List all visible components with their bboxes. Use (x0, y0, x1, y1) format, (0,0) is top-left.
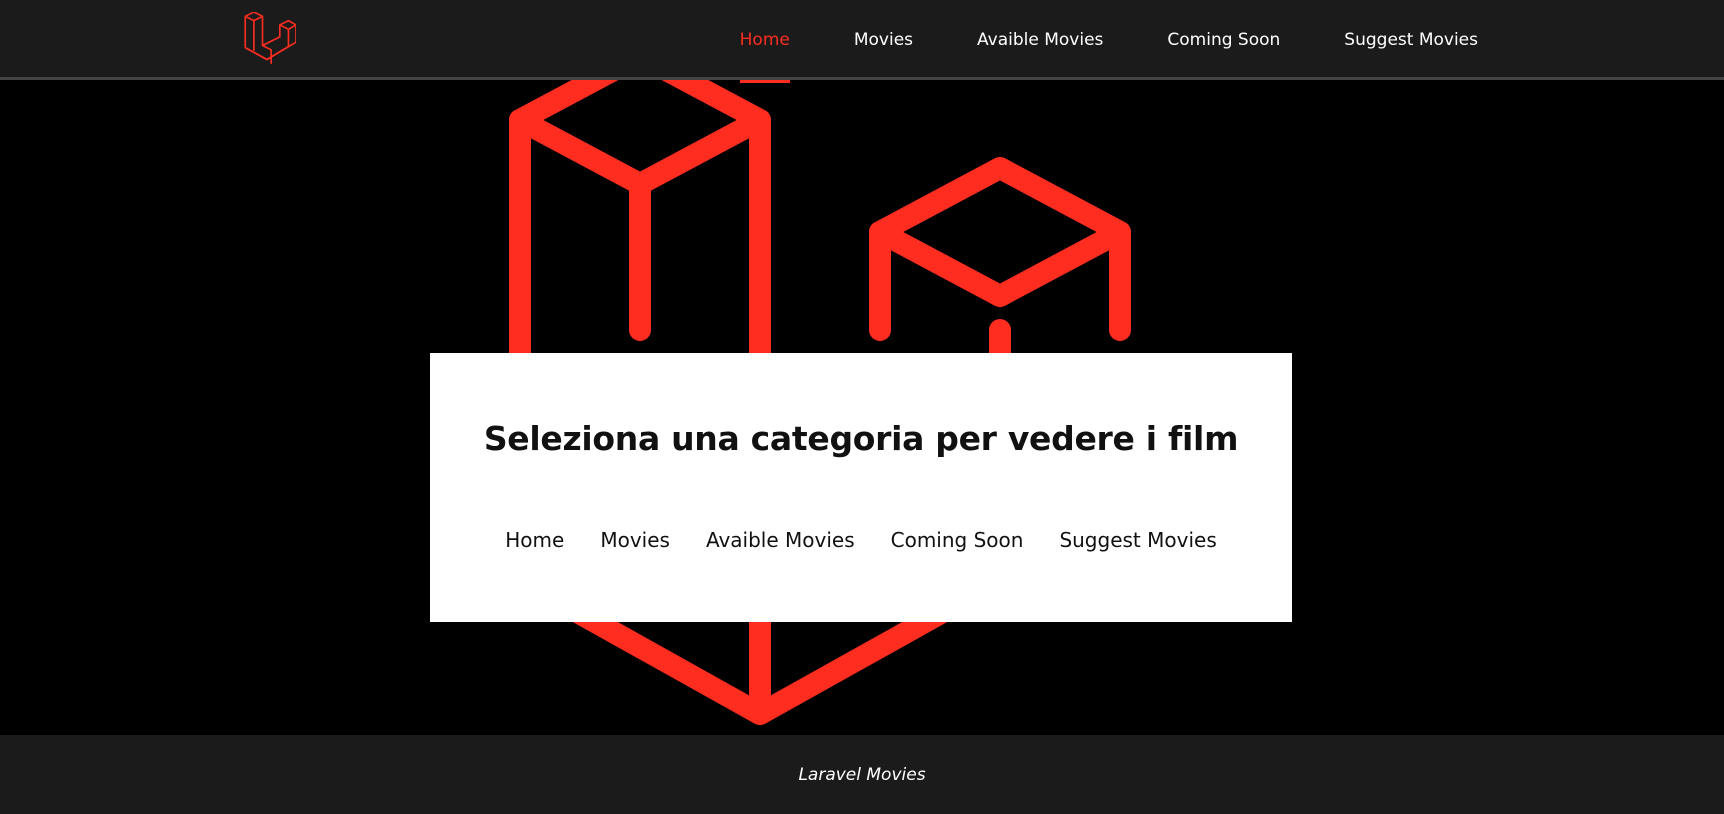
category-links: Home Movies Avaible Movies Coming Soon S… (430, 528, 1292, 552)
nav-link-home[interactable]: Home (739, 0, 790, 83)
nav-link-movies[interactable]: Movies (854, 0, 913, 80)
footer: Laravel Movies (0, 735, 1724, 814)
laravel-logo-icon[interactable] (242, 12, 296, 66)
category-card: Seleziona una categoria per vedere i fil… (430, 353, 1292, 622)
nav-link-label: Coming Soon (1167, 30, 1281, 50)
active-indicator (739, 80, 790, 83)
nav-link-label: Home (739, 30, 790, 50)
nav-link-label: Suggest Movies (1344, 30, 1478, 50)
category-link-movies[interactable]: Movies (600, 528, 670, 552)
footer-text: Laravel Movies (798, 764, 926, 785)
card-title: Seleziona una categoria per vedere i fil… (483, 419, 1239, 458)
nav-link-coming-soon[interactable]: Coming Soon (1167, 0, 1280, 80)
nav-link-label: Movies (853, 30, 914, 50)
navbar: Home Movies Avaible Movies Coming Soon S… (0, 0, 1724, 83)
category-link-home[interactable]: Home (505, 528, 564, 552)
nav-link-available-movies[interactable]: Avaible Movies (977, 0, 1103, 80)
nav-link-suggest-movies[interactable]: Suggest Movies (1344, 0, 1478, 80)
hero-section: Seleziona una categoria per vedere i fil… (0, 80, 1724, 735)
nav-link-label: Avaible Movies (977, 30, 1104, 50)
category-link-available-movies[interactable]: Avaible Movies (706, 528, 855, 552)
category-link-coming-soon[interactable]: Coming Soon (891, 528, 1024, 552)
main-nav: Home Movies Avaible Movies Coming Soon S… (739, 0, 1478, 83)
category-link-suggest-movies[interactable]: Suggest Movies (1059, 528, 1216, 552)
